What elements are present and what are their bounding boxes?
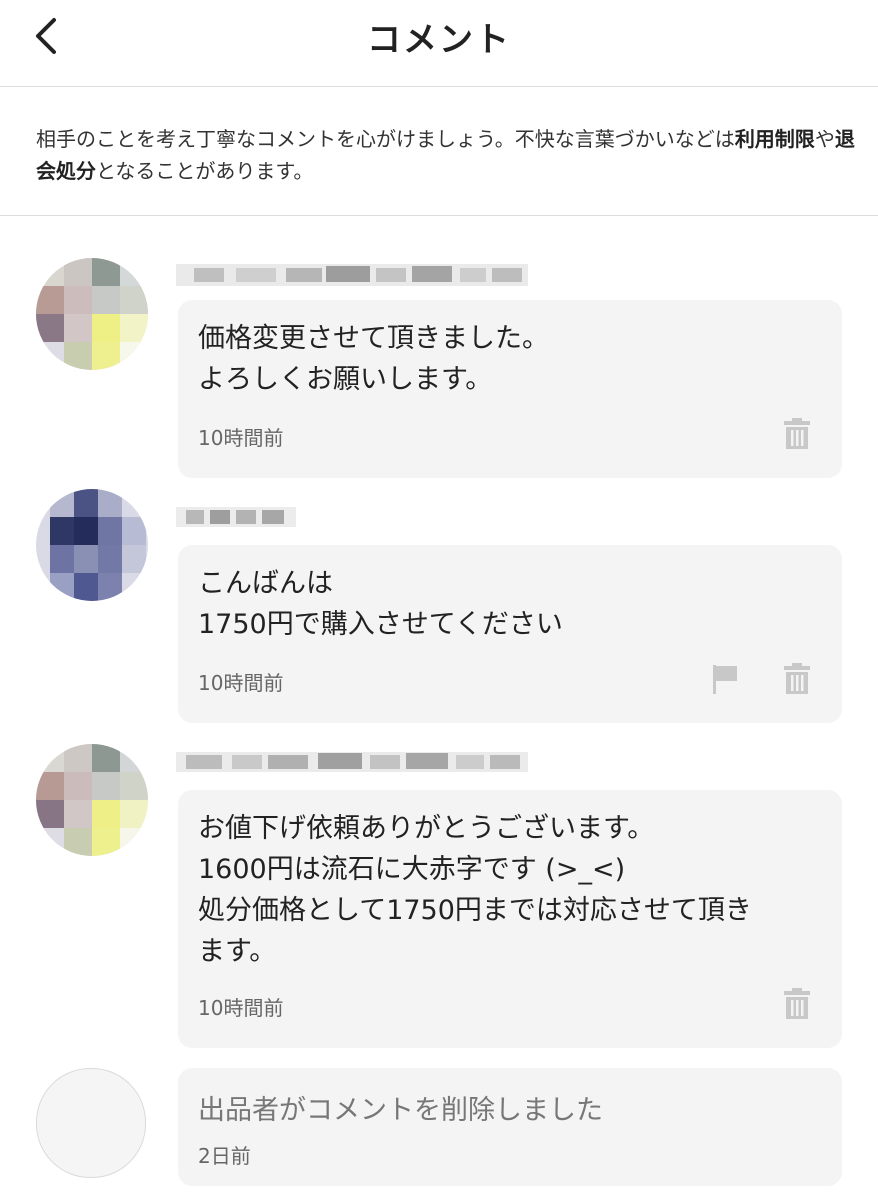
- deleted-comment-item: 出品者がコメントを削除しました 2日前: [0, 1060, 878, 1190]
- comment-bubble: こんばんは 1750円で購入させてください 10時間前: [178, 545, 842, 723]
- avatar-pixelated-image: [36, 258, 148, 370]
- comment-item: こんばんは 1750円で購入させてください 10時間前: [0, 485, 878, 725]
- comment-item: 価格変更させて頂きました。 よろしくお願いします。 10時間前: [0, 240, 878, 480]
- delete-comment-button[interactable]: [782, 988, 812, 1020]
- comment-bubble: 出品者がコメントを削除しました 2日前: [178, 1068, 842, 1186]
- page-title: コメント: [367, 20, 511, 60]
- header: コメント: [0, 0, 878, 87]
- trash-icon: [784, 663, 810, 694]
- flag-icon: [713, 665, 737, 694]
- notice-bold-usage-restriction: 利用制限: [734, 127, 815, 151]
- comment-timestamp: 10時間前: [198, 426, 284, 450]
- comment-timestamp: 2日前: [198, 1144, 251, 1168]
- notice-text-part2: や: [814, 127, 835, 151]
- deleted-comment-text: 出品者がコメントを削除しました: [198, 1095, 603, 1126]
- commenter-name-redacted[interactable]: [176, 256, 528, 292]
- comment-text: こんばんは 1750円で購入させてください: [198, 568, 563, 640]
- commenter-name-redacted[interactable]: [176, 497, 296, 533]
- comment-timestamp: 10時間前: [198, 671, 284, 695]
- trash-icon: [784, 418, 810, 449]
- delete-comment-button[interactable]: [782, 418, 812, 450]
- comment-item: お値下げ依頼ありがとうございます。 1600円は流石に大赤字です (>_<) 処…: [0, 730, 878, 1050]
- avatar[interactable]: [36, 744, 148, 856]
- comment-bubble: 価格変更させて頂きました。 よろしくお願いします。 10時間前: [178, 300, 842, 478]
- trash-icon: [784, 988, 810, 1019]
- notice-text-part1: 相手のことを考え丁寧なコメントを心がけましょう。不快な言葉づかいなどは: [36, 127, 735, 151]
- delete-comment-button[interactable]: [782, 663, 812, 695]
- avatar[interactable]: [36, 489, 148, 601]
- comment-text: お値下げ依頼ありがとうございます。 1600円は流石に大赤字です (>_<) 処…: [198, 813, 752, 967]
- avatar[interactable]: [36, 258, 148, 370]
- notice-text: 相手のことを考え丁寧なコメントを心がけましょう。不快な言葉づかいなどは利用制限や…: [36, 123, 856, 187]
- comment-timestamp: 10時間前: [198, 996, 284, 1020]
- avatar-placeholder: [36, 1068, 146, 1178]
- comment-text: 価格変更させて頂きました。 よろしくお願いします。: [198, 323, 549, 395]
- report-comment-button[interactable]: [710, 663, 740, 695]
- notice-text-part3: となることがあります。: [96, 159, 314, 183]
- avatar-pixelated-image: [36, 489, 148, 601]
- commenter-name-redacted[interactable]: [176, 742, 528, 778]
- comment-bubble: お値下げ依頼ありがとうございます。 1600円は流石に大赤字です (>_<) 処…: [178, 790, 842, 1048]
- avatar-pixelated-image: [36, 744, 148, 856]
- comment-guideline-notice: 相手のことを考え丁寧なコメントを心がけましょう。不快な言葉づかいなどは利用制限や…: [0, 87, 878, 216]
